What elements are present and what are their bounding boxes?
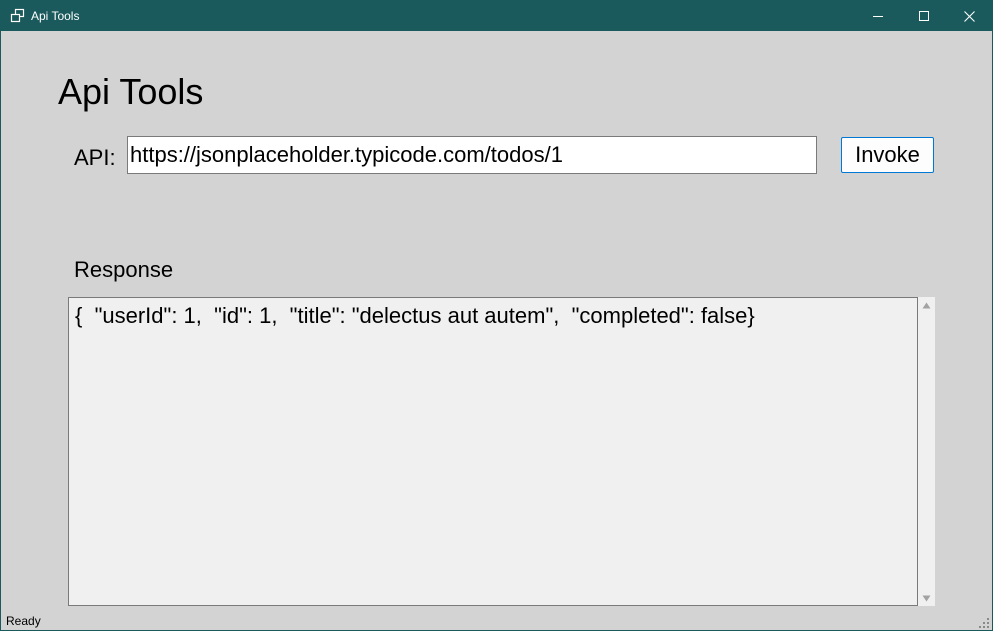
api-url-input[interactable] <box>127 136 817 174</box>
minimize-icon <box>873 11 883 21</box>
status-text: Ready <box>6 614 41 628</box>
maximize-button[interactable] <box>901 1 947 31</box>
scroll-up-arrow-icon <box>922 296 931 314</box>
app-window-icon <box>10 8 26 24</box>
response-label: Response <box>74 257 174 282</box>
response-textarea[interactable]: { "userId": 1, "id": 1, "title": "delect… <box>68 297 918 606</box>
response-scrollbar[interactable] <box>918 297 935 606</box>
api-label: API: <box>74 145 116 170</box>
scroll-down-arrow-icon <box>922 589 931 607</box>
close-icon <box>963 10 975 22</box>
resize-grip-icon[interactable] <box>978 616 990 628</box>
minimize-button[interactable] <box>855 1 901 31</box>
scroll-down-button[interactable] <box>918 590 935 606</box>
page-title: Api Tools <box>58 71 204 112</box>
title-bar[interactable]: Api Tools <box>1 1 992 31</box>
invoke-button[interactable]: Invoke <box>841 137 934 173</box>
window-title: Api Tools <box>31 9 80 23</box>
maximize-icon <box>919 11 929 21</box>
close-button[interactable] <box>946 1 992 31</box>
scroll-up-button[interactable] <box>918 297 935 313</box>
app-window: Api Tools Api Tools API: Invoke Response… <box>0 0 993 631</box>
